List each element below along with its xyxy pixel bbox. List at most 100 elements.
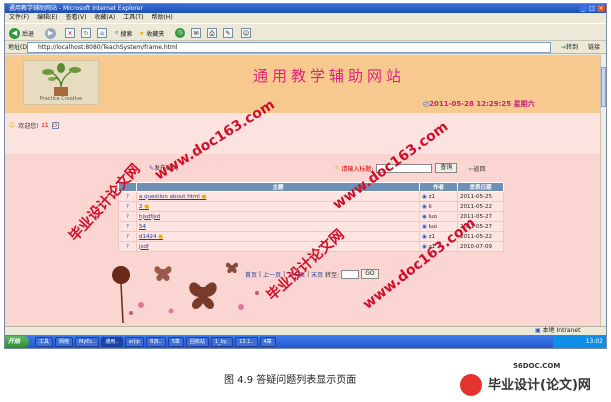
goto-page-input[interactable] bbox=[341, 269, 360, 279]
menu-file[interactable]: 文件(F) bbox=[5, 13, 33, 22]
print-icon: ⎙ bbox=[207, 28, 217, 38]
col-date: 发表日期 bbox=[457, 182, 504, 192]
vertical-scrollbar[interactable] bbox=[600, 55, 606, 326]
figure-caption: 图 4.9 答疑问题列表显示页面 bbox=[224, 375, 357, 386]
question-date: 2010-07-09 bbox=[457, 241, 504, 252]
task-item[interactable]: 工具 bbox=[35, 337, 54, 347]
menu-edit[interactable]: 编辑(E) bbox=[33, 13, 61, 22]
links-label[interactable]: 链接 bbox=[588, 43, 600, 52]
edit-button[interactable]: ✎ bbox=[223, 27, 233, 39]
question-author: ◉ li bbox=[419, 201, 459, 212]
minimize-icon[interactable]: _ bbox=[579, 5, 587, 12]
browser-window: 通用教学辅助网站 - Microsoft Internet Explorer _… bbox=[4, 3, 607, 349]
home-button[interactable]: ⌂ bbox=[97, 27, 107, 39]
welcome-line: ☺ 欢迎您! z1 ⏻ bbox=[9, 121, 59, 130]
address-input[interactable]: http://localhost:8080/TeachSystem/frame.… bbox=[27, 42, 551, 53]
title-bar: 通用教学辅助网站 - Microsoft Internet Explorer _… bbox=[5, 4, 606, 13]
window-title: 通用教学辅助网站 - Microsoft Internet Explorer bbox=[9, 5, 143, 12]
history-button[interactable]: ◷ bbox=[175, 27, 185, 39]
mail-button[interactable]: ✉ bbox=[191, 27, 201, 39]
goto-button[interactable]: GO bbox=[361, 269, 379, 279]
page-viewport: Practice Creative 通用教学辅助网站 ◴2011-05-28 1… bbox=[5, 55, 600, 326]
back-link[interactable]: ⇦返回 bbox=[468, 164, 485, 173]
col-author: 作者 bbox=[419, 182, 459, 192]
forward-button[interactable]: ▶ bbox=[45, 27, 56, 39]
address-bar: 地址(D) http://localhost:8080/TeachSystem/… bbox=[5, 41, 606, 54]
taskbar: 开始 工具 网络 MyEc.. 通用.. ar|ip B|B.. 5章 回收站 … bbox=[5, 335, 606, 348]
status-bar: ▣ 本地 Intranet bbox=[5, 326, 606, 335]
task-item[interactable]: 5章 bbox=[167, 337, 184, 347]
question-subject[interactable]: hjsdfjsd bbox=[135, 211, 421, 222]
brand-mark-icon bbox=[460, 374, 482, 396]
question-date: 2011-05-22 bbox=[457, 201, 504, 212]
table-row[interactable]: ? 2 ● ◉ li 2011-05-22 bbox=[118, 201, 504, 212]
menu-bar: 文件(F) 编辑(E) 查看(V) 收藏(A) 工具(T) 帮助(H) bbox=[5, 13, 606, 22]
task-item[interactable]: 回收站 bbox=[185, 337, 209, 347]
history-icon: ◷ bbox=[175, 28, 185, 38]
home-icon: ⌂ bbox=[97, 28, 107, 38]
task-item[interactable]: 13.1.. bbox=[235, 337, 258, 347]
question-subject[interactable]: 54 bbox=[135, 221, 421, 232]
task-item[interactable]: B|B.. bbox=[145, 337, 166, 347]
username: z1 bbox=[41, 122, 49, 129]
menu-tools[interactable]: 工具(T) bbox=[119, 13, 147, 22]
task-item[interactable]: MyEc.. bbox=[75, 337, 100, 347]
menu-help[interactable]: 帮助(H) bbox=[148, 13, 177, 22]
maximize-icon[interactable]: □ bbox=[588, 5, 596, 12]
refresh-button[interactable]: ↻ bbox=[81, 27, 91, 39]
menu-view[interactable]: 查看(V) bbox=[62, 13, 91, 22]
question-subject[interactable]: a question about html ● bbox=[135, 191, 421, 202]
question-subject[interactable]: d1424 ● bbox=[135, 231, 421, 242]
welcome-text: 欢迎您! bbox=[18, 123, 39, 130]
print-button[interactable]: ⎙ bbox=[207, 27, 217, 39]
user-icon: ◉ bbox=[422, 223, 427, 230]
question-author: ◉ z1 bbox=[419, 191, 459, 202]
question-author: ◉ luo bbox=[419, 211, 459, 222]
favorites-button[interactable]: ★ 收藏夹 bbox=[139, 27, 164, 39]
current-datetime: ◴2011-05-28 12:29:25 星期六 bbox=[423, 100, 535, 108]
first-page-link[interactable]: 首页 bbox=[245, 270, 257, 279]
plant-logo-icon bbox=[42, 63, 81, 96]
intranet-icon: ▣ bbox=[535, 327, 541, 334]
task-item[interactable]: 通用.. bbox=[101, 337, 123, 347]
question-icon: ? bbox=[118, 221, 137, 232]
zone-indicator: ▣ 本地 Intranet bbox=[535, 327, 581, 334]
user-icon: ◉ bbox=[422, 213, 427, 220]
stop-button[interactable]: × bbox=[65, 27, 75, 39]
table-row[interactable]: ? a question about html ● ◉ z1 2011-05-2… bbox=[118, 191, 504, 202]
task-list: 工具 网络 MyEc.. 通用.. ar|ip B|B.. 5章 回收站 1_b… bbox=[35, 337, 276, 347]
messenger-icon: ☺ bbox=[241, 28, 251, 38]
search-icon: ⌕ bbox=[115, 29, 119, 36]
stop-icon: × bbox=[65, 28, 75, 38]
bulb-icon: ● bbox=[201, 193, 207, 200]
task-item[interactable]: ar|ip bbox=[124, 337, 144, 347]
user-icon: ◉ bbox=[422, 233, 427, 240]
task-item[interactable]: 1_by.. bbox=[210, 337, 234, 347]
refresh-icon: ↻ bbox=[81, 28, 91, 38]
star-icon: ★ bbox=[139, 29, 145, 37]
logo-caption: Practice Creative bbox=[39, 96, 83, 102]
question-icon: ? bbox=[118, 201, 137, 212]
start-button[interactable]: 开始 bbox=[5, 336, 29, 348]
search-submit-button[interactable]: 查询 bbox=[435, 163, 458, 173]
table-row[interactable]: ? 54 ◉ luo 2011-05-27 bbox=[118, 221, 504, 232]
smiley-icon: ☺ bbox=[9, 122, 16, 129]
question-subject[interactable]: 2 ● bbox=[135, 201, 421, 212]
scrollbar-thumb[interactable] bbox=[601, 67, 606, 107]
task-item[interactable]: 网络 bbox=[55, 337, 74, 347]
logout-icon[interactable]: ⏻ bbox=[51, 122, 59, 129]
back-arrow-icon: ◀ bbox=[9, 27, 20, 39]
search-button[interactable]: ⌕ 搜索 bbox=[115, 27, 132, 39]
close-icon[interactable]: × bbox=[597, 5, 605, 12]
go-button[interactable]: ➔转到 bbox=[561, 43, 578, 52]
menu-favorites[interactable]: 收藏(A) bbox=[90, 13, 119, 22]
table-row[interactable]: ? hjsdfjsd ◉ luo 2011-05-27 bbox=[118, 211, 504, 222]
user-icon: ◉ bbox=[422, 193, 427, 200]
task-item[interactable]: 4章 bbox=[259, 337, 276, 347]
table-header-row: 主题 作者 发表日期 bbox=[118, 182, 504, 192]
site-title: 通用教学辅助网站 bbox=[253, 67, 406, 85]
system-tray-clock: 13:02 bbox=[553, 336, 606, 348]
messenger-button[interactable]: ☺ bbox=[241, 27, 251, 39]
user-icon: ◉ bbox=[422, 203, 427, 210]
back-button[interactable]: ◀ 后退 bbox=[9, 27, 34, 39]
